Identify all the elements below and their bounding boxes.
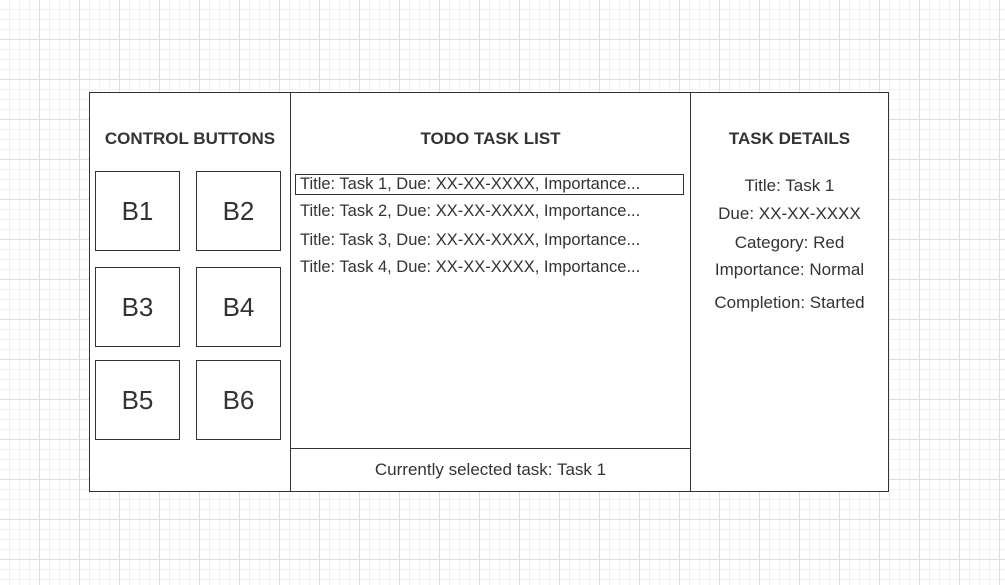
control-buttons-panel: CONTROL BUTTONS B1 B2 B3 B4 B5 B6 (90, 93, 291, 491)
task-details-panel: TASK DETAILS Title: Task 1 Due: XX-XX-XX… (691, 93, 888, 491)
control-button-b3[interactable]: B3 (95, 267, 180, 347)
detail-due: Due: XX-XX-XXXX (718, 204, 861, 223)
task-list-item-2[interactable]: Title: Task 2, Due: XX-XX-XXXX, Importan… (295, 202, 684, 223)
detail-importance: Importance: Normal (714, 260, 865, 279)
control-button-b5[interactable]: B5 (95, 360, 180, 440)
todo-task-list-panel: TODO TASK LIST Title: Task 1, Due: XX-XX… (291, 93, 691, 491)
task-list-item-3[interactable]: Title: Task 3, Due: XX-XX-XXXX, Importan… (295, 231, 684, 252)
detail-category: Category: Red (734, 233, 845, 252)
control-button-b1[interactable]: B1 (95, 171, 180, 251)
task-list-item-4[interactable]: Title: Task 4, Due: XX-XX-XXXX, Importan… (295, 258, 684, 279)
selected-task-status: Currently selected task: Task 1 (291, 448, 690, 491)
task-list-item-1[interactable]: Title: Task 1, Due: XX-XX-XXXX, Importan… (295, 174, 684, 195)
detail-completion: Completion: Started (714, 293, 865, 312)
control-button-b2[interactable]: B2 (196, 171, 281, 251)
wireframe-frame: CONTROL BUTTONS B1 B2 B3 B4 B5 B6 TODO T… (89, 92, 889, 492)
control-button-b6[interactable]: B6 (196, 360, 281, 440)
todo-task-list-heading: TODO TASK LIST (420, 129, 561, 148)
control-button-b4[interactable]: B4 (196, 267, 281, 347)
task-details-heading: TASK DETAILS (728, 129, 851, 148)
control-buttons-heading: CONTROL BUTTONS (104, 129, 276, 148)
detail-title: Title: Task 1 (744, 176, 835, 195)
